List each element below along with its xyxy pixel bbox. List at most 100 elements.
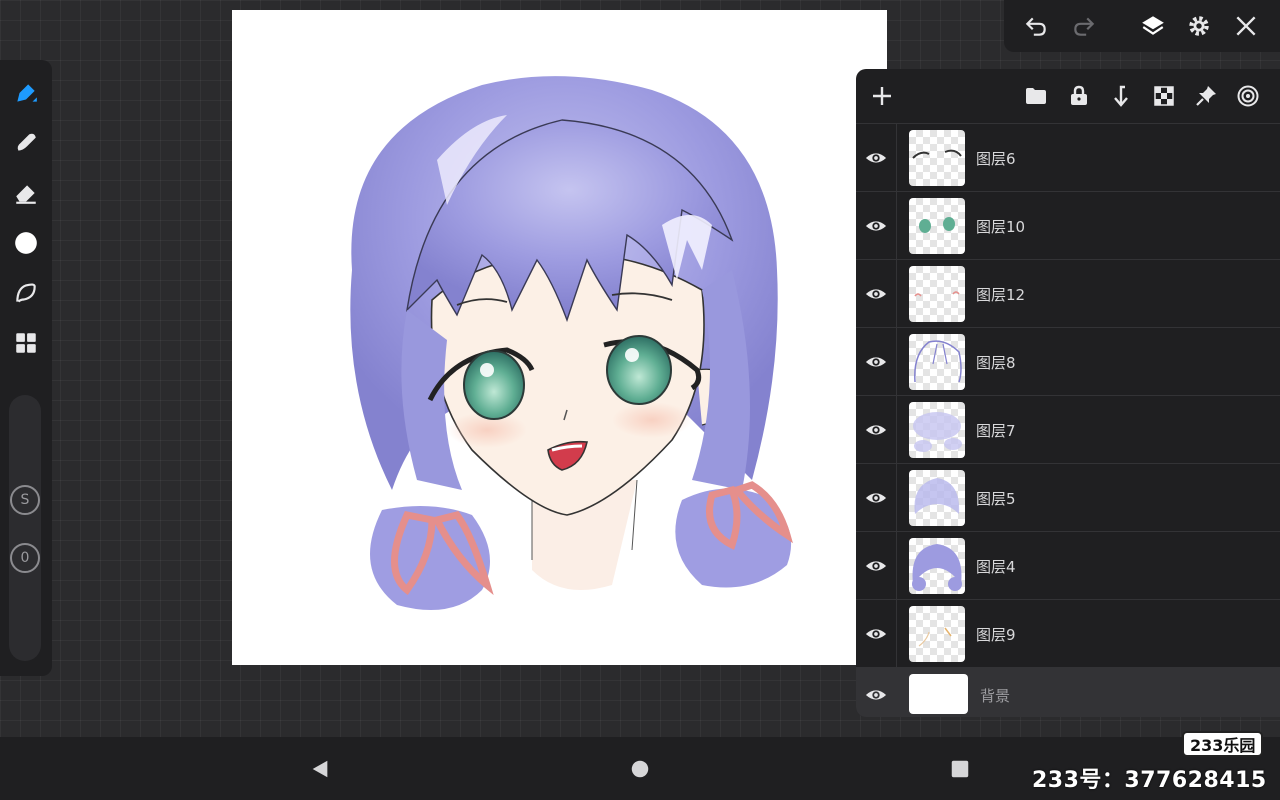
add-layer-button[interactable] <box>866 80 898 112</box>
eye-icon <box>865 690 887 700</box>
layer-list: 图层6 图层10 图层12 图层8 图层7 图层5 图层4 图层9 背景 <box>856 123 1280 717</box>
layer-divider <box>896 328 897 395</box>
color-icon <box>15 232 37 254</box>
home-button[interactable] <box>626 755 654 783</box>
reference-icon <box>1237 85 1259 107</box>
eye-icon <box>865 221 887 231</box>
layer-name: 图层7 <box>976 422 1016 440</box>
settings-button[interactable] <box>1181 8 1217 44</box>
layers-button[interactable] <box>1135 8 1171 44</box>
brush-opacity-badge[interactable]: 0 <box>10 543 40 573</box>
pin-layer-button[interactable] <box>1190 80 1222 112</box>
color-picker-button[interactable] <box>8 225 44 261</box>
layer-divider <box>896 532 897 599</box>
drawing-canvas[interactable] <box>232 10 887 665</box>
transparency-lock-button[interactable] <box>1148 80 1180 112</box>
eraser-icon <box>16 185 36 204</box>
home-icon <box>631 760 649 778</box>
lasso-tool-button[interactable] <box>8 275 44 311</box>
layer-name: 图层4 <box>976 558 1016 576</box>
reference-layer-button[interactable] <box>1232 80 1264 112</box>
layer-visibility-toggle[interactable] <box>862 212 890 240</box>
pin-icon <box>1196 86 1216 106</box>
layer-divider <box>896 396 897 463</box>
close-button[interactable] <box>1228 8 1264 44</box>
smudge-tool-button[interactable] <box>8 125 44 161</box>
gallery-button[interactable] <box>8 325 44 361</box>
layer-thumbnail <box>909 334 965 390</box>
undo-icon <box>1025 17 1046 36</box>
recents-icon <box>951 760 969 778</box>
brush-size-slider[interactable]: S 0 <box>9 395 41 661</box>
merge-down-icon <box>1114 85 1128 107</box>
eye-icon <box>865 425 887 435</box>
layer-name: 图层10 <box>976 218 1026 236</box>
layer-row[interactable]: 图层9 <box>856 599 1280 667</box>
layers-icon <box>1142 16 1164 35</box>
layer-visibility-toggle[interactable] <box>862 552 890 580</box>
merge-down-button[interactable] <box>1105 80 1137 112</box>
layer-row[interactable]: 图层6 <box>856 123 1280 191</box>
layer-name: 图层6 <box>976 150 1016 168</box>
lock-layer-button[interactable] <box>1063 80 1095 112</box>
layer-name: 图层8 <box>976 354 1016 372</box>
eye-icon <box>865 493 887 503</box>
layer-divider <box>896 192 897 259</box>
layer-row[interactable]: 图层8 <box>856 327 1280 395</box>
layer-visibility-toggle[interactable] <box>862 144 890 172</box>
layer-visibility-toggle[interactable] <box>862 416 890 444</box>
layer-thumbnail <box>909 606 965 662</box>
lasso-icon <box>16 283 36 303</box>
back-icon <box>312 760 328 778</box>
layer-visibility-toggle[interactable] <box>862 620 890 648</box>
layer-thumbnail <box>909 538 965 594</box>
pen-tool-button[interactable] <box>8 75 44 111</box>
new-folder-button[interactable] <box>1020 80 1052 112</box>
transparency-icon <box>1154 86 1174 106</box>
layer-visibility-toggle[interactable] <box>862 484 890 512</box>
layer-name: 图层9 <box>976 626 1016 644</box>
layer-divider <box>896 124 897 191</box>
layer-name: 背景 <box>980 687 1011 705</box>
background-layer-row[interactable]: 背景 <box>856 667 1280 717</box>
watermark-text: 233号：377628415 <box>1032 768 1267 793</box>
smudge-icon <box>17 133 36 151</box>
folder-icon <box>1026 88 1046 104</box>
brush-size-badge[interactable]: S <box>10 485 40 515</box>
layers-toolbar <box>856 69 1280 123</box>
layers-panel: 图层6 图层10 图层12 图层8 图层7 图层5 图层4 图层9 背景 <box>856 69 1280 717</box>
redo-button[interactable] <box>1066 8 1102 44</box>
layer-visibility-toggle[interactable] <box>862 280 890 308</box>
close-icon <box>1236 16 1256 36</box>
layer-name: 图层12 <box>976 286 1026 304</box>
gallery-icon <box>16 333 36 353</box>
layer-divider <box>896 600 897 667</box>
redo-icon <box>1074 17 1095 36</box>
top-toolbar <box>1004 0 1280 52</box>
layer-row[interactable]: 图层10 <box>856 191 1280 259</box>
layer-thumbnail <box>909 402 965 458</box>
layer-name: 图层5 <box>976 490 1016 508</box>
layer-thumbnail <box>909 198 965 254</box>
gear-icon <box>1189 16 1209 36</box>
recents-button[interactable] <box>946 755 974 783</box>
back-button[interactable] <box>306 755 334 783</box>
layer-row[interactable]: 图层4 <box>856 531 1280 599</box>
layer-thumbnail <box>909 130 965 186</box>
layer-visibility-toggle[interactable] <box>862 681 890 709</box>
layer-row[interactable]: 图层12 <box>856 259 1280 327</box>
eye-icon <box>865 629 887 639</box>
eraser-tool-button[interactable] <box>8 175 44 211</box>
pen-icon <box>17 84 37 102</box>
layer-divider <box>896 464 897 531</box>
background-thumbnail <box>909 674 968 714</box>
lock-icon <box>1071 85 1087 105</box>
left-toolbar: S 0 <box>0 60 52 676</box>
eye-icon <box>865 153 887 163</box>
layer-row[interactable]: 图层5 <box>856 463 1280 531</box>
layer-thumbnail <box>909 470 965 526</box>
undo-button[interactable] <box>1018 8 1054 44</box>
layer-visibility-toggle[interactable] <box>862 348 890 376</box>
artwork-illustration <box>350 76 793 610</box>
layer-row[interactable]: 图层7 <box>856 395 1280 463</box>
